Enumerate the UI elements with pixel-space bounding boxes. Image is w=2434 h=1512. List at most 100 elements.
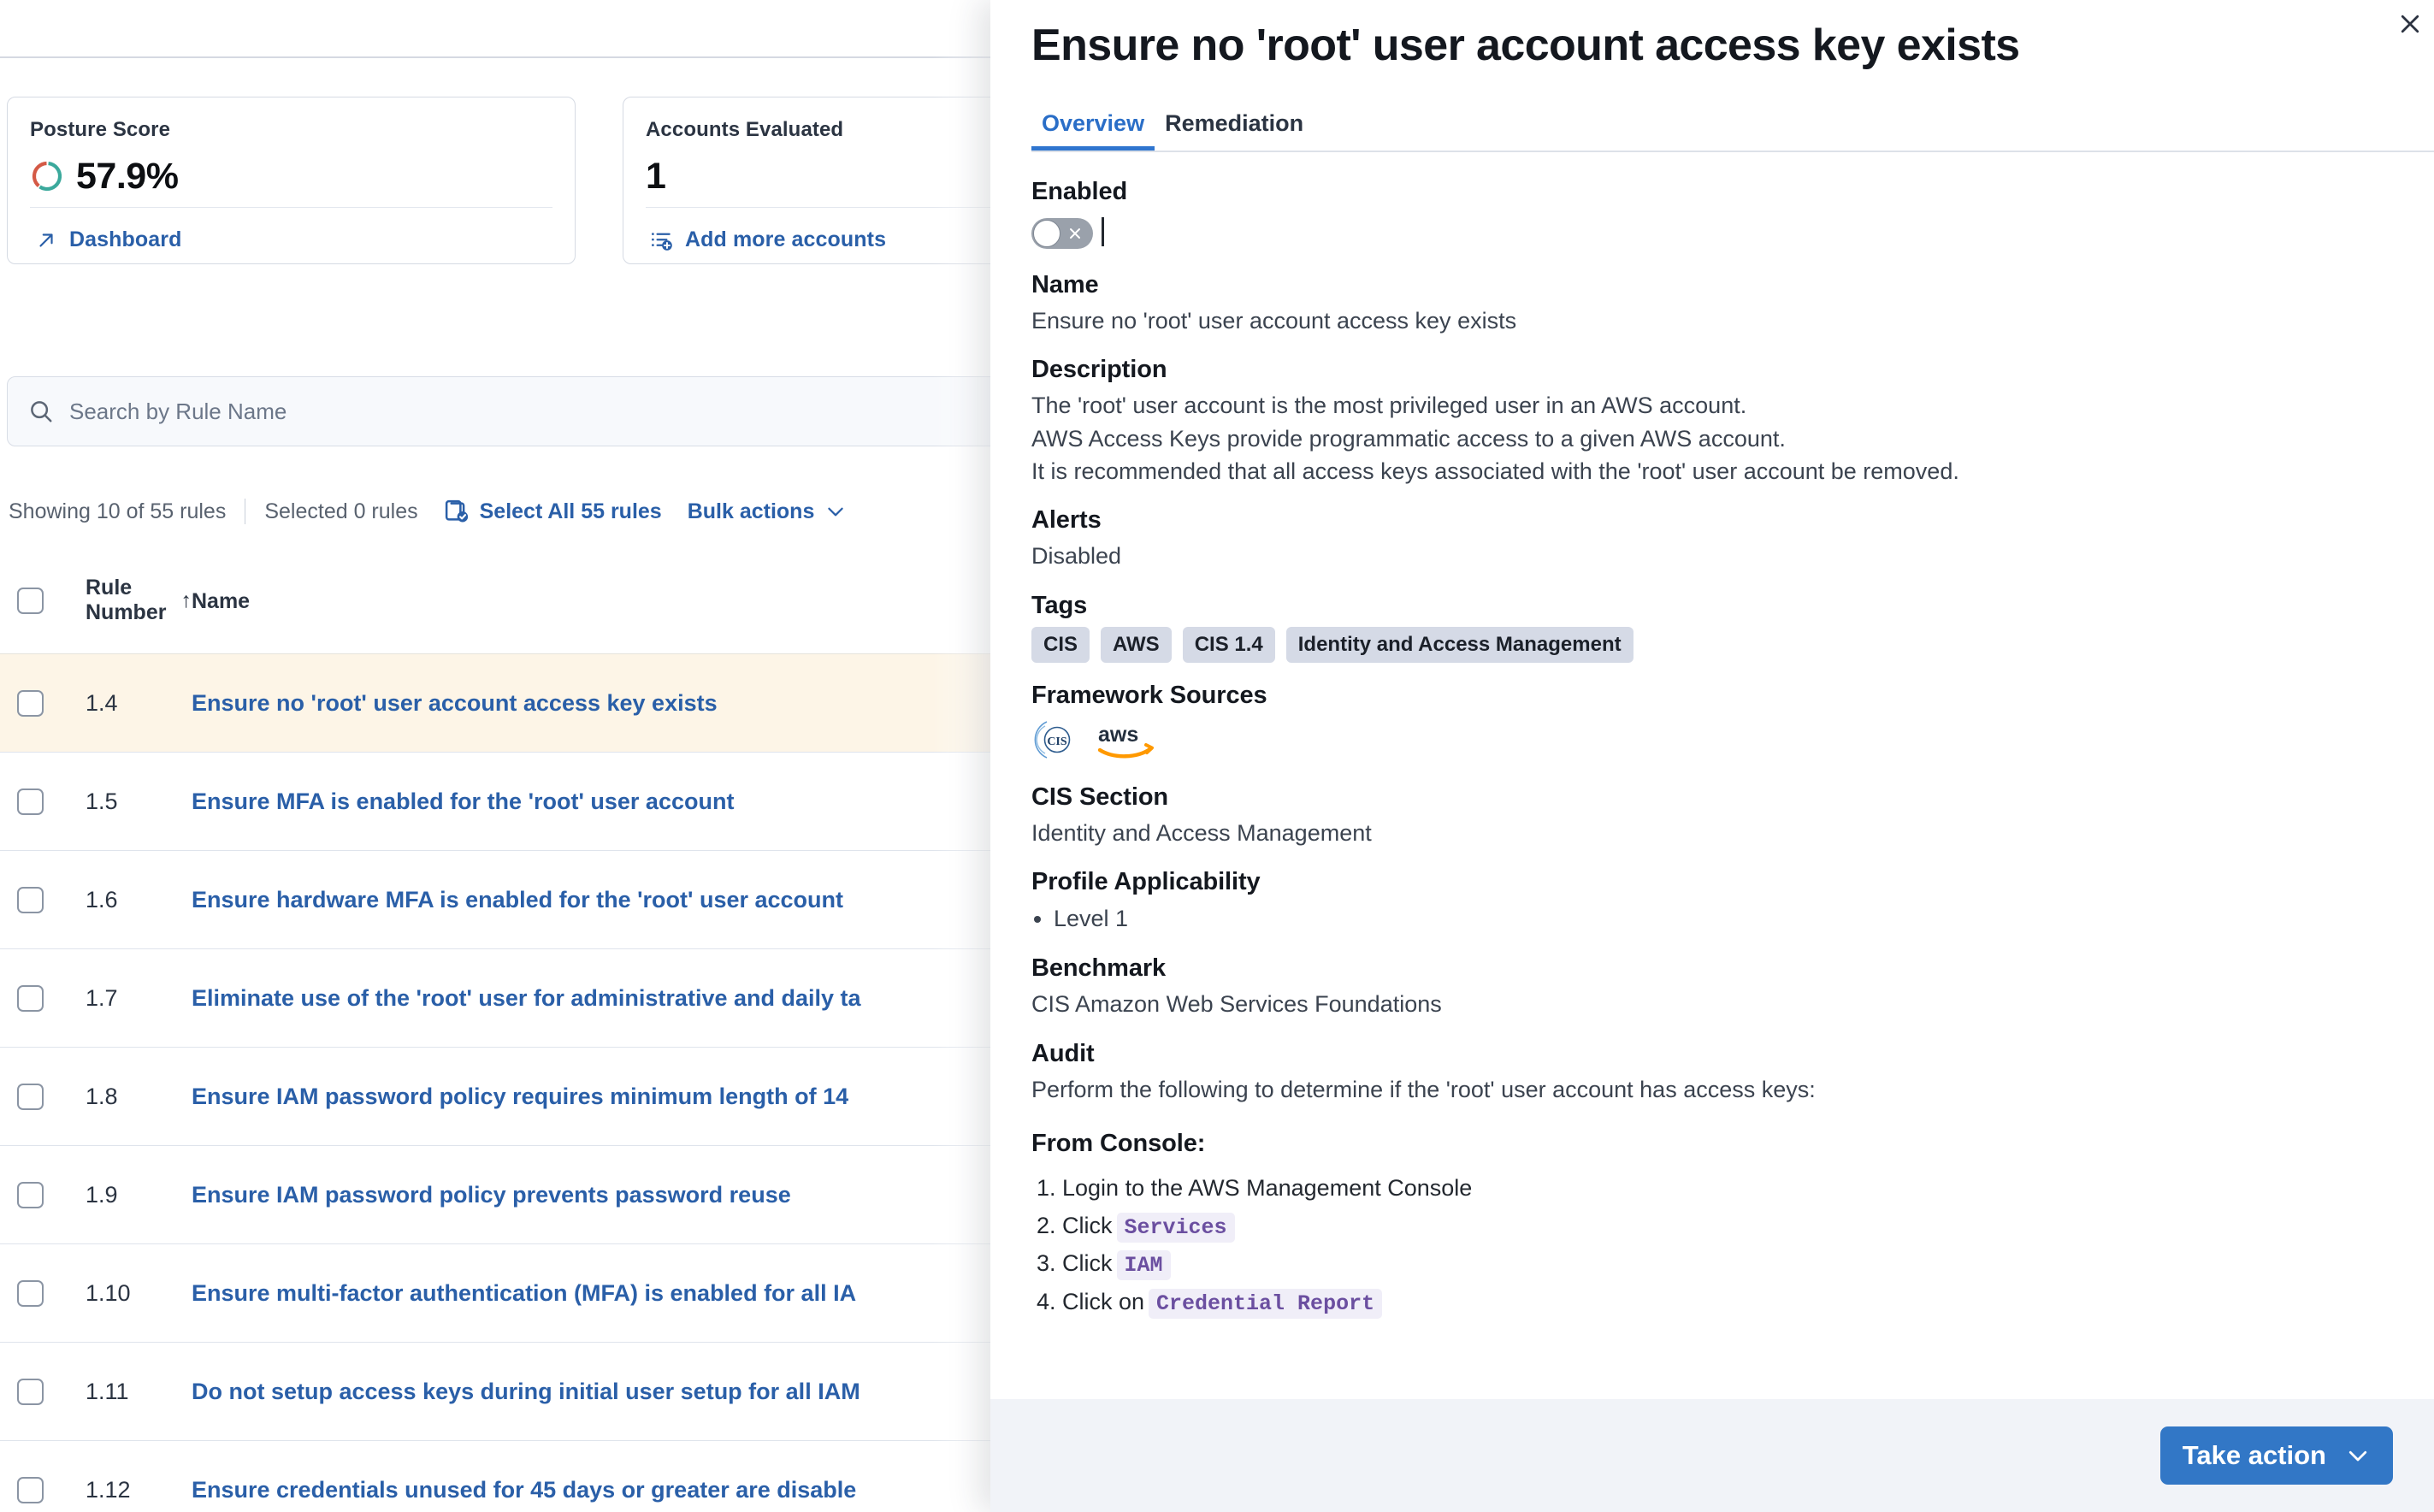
row-rule-name[interactable]: Ensure IAM password policy prevents pass… bbox=[192, 1182, 1035, 1208]
step-text: Click on bbox=[1062, 1288, 1145, 1314]
table-row[interactable]: 1.9 Ensure IAM password policy prevents … bbox=[0, 1145, 1035, 1244]
row-checkbox[interactable] bbox=[17, 1280, 44, 1307]
row-rule-name[interactable]: Eliminate use of the 'root' user for adm… bbox=[192, 985, 1035, 1012]
dashboard-link[interactable]: Dashboard bbox=[35, 227, 181, 252]
row-checkbox[interactable] bbox=[17, 690, 44, 717]
take-action-button[interactable]: Take action bbox=[2159, 1426, 2393, 1485]
svg-text:CIS: CIS bbox=[1047, 735, 1067, 748]
table-row[interactable]: 1.6 Ensure hardware MFA is enabled for t… bbox=[0, 850, 1035, 949]
card-divider bbox=[30, 207, 552, 208]
row-rule-number: 1.7 bbox=[86, 985, 118, 1011]
posture-score-title: Posture Score bbox=[30, 118, 171, 141]
framework-sources-list: CIS aws bbox=[1031, 715, 2393, 765]
arrow-up-right-icon bbox=[39, 233, 53, 247]
accounts-evaluated-card: Accounts Evaluated 1 Add more accounts bbox=[623, 97, 1035, 264]
cis-section-value: Identity and Access Management bbox=[1031, 819, 1372, 846]
row-rule-number: 1.4 bbox=[86, 690, 118, 716]
audit-subheading: From Console: bbox=[1031, 1130, 1206, 1158]
row-rule-name[interactable]: Ensure credentials unused for 45 days or… bbox=[192, 1477, 1035, 1503]
description-heading: Description bbox=[1031, 356, 1167, 384]
column-header-name[interactable]: Name bbox=[192, 588, 1035, 614]
tags-heading: Tags bbox=[1031, 591, 1088, 619]
summary-cards: Posture Score 57.9% Dashboard Accounts E… bbox=[0, 97, 1035, 264]
aws-logo-icon: aws bbox=[1097, 723, 1154, 759]
table-row[interactable]: 1.5 Ensure MFA is enabled for the 'root'… bbox=[0, 752, 1035, 851]
table-row[interactable]: 1.10 Ensure multi-factor authentication … bbox=[0, 1243, 1035, 1343]
row-rule-number: 1.12 bbox=[86, 1477, 131, 1503]
column-label-rule-number: Rule Number bbox=[86, 576, 167, 624]
step-code: Credential Report bbox=[1149, 1288, 1383, 1319]
posture-score-donut-icon bbox=[32, 161, 62, 192]
column-label-name: Name bbox=[192, 588, 251, 613]
table-row[interactable]: 1.4 Ensure no 'root' user account access… bbox=[0, 653, 1035, 753]
row-checkbox[interactable] bbox=[17, 1084, 44, 1110]
table-row[interactable]: 1.7 Eliminate use of the 'root' user for… bbox=[0, 948, 1035, 1048]
name-heading: Name bbox=[1031, 271, 1099, 298]
row-rule-name[interactable]: Do not setup access keys during initial … bbox=[192, 1379, 1035, 1405]
row-checkbox[interactable] bbox=[17, 1182, 44, 1208]
audit-heading: Audit bbox=[1031, 1039, 1095, 1067]
row-rule-name[interactable]: Ensure no 'root' user account access key… bbox=[192, 690, 1035, 717]
take-action-label: Take action bbox=[2182, 1440, 2326, 1470]
enabled-toggle[interactable] bbox=[1031, 218, 1093, 249]
tag-chip: Identity and Access Management bbox=[1285, 626, 1633, 663]
column-header-rule-number[interactable]: Rule Number ↑ bbox=[55, 576, 192, 625]
tab-overview[interactable]: Overview bbox=[1031, 110, 1155, 151]
benchmark-heading: Benchmark bbox=[1031, 954, 1167, 983]
toggle-knob bbox=[1033, 220, 1060, 247]
rules-page: Posture Score 57.9% Dashboard Accounts E… bbox=[0, 0, 1035, 1512]
step-code: Services bbox=[1116, 1212, 1235, 1243]
tag-chip: CIS bbox=[1031, 626, 1090, 663]
step-text: Click bbox=[1062, 1250, 1113, 1277]
name-value: Ensure no 'root' user account access key… bbox=[1031, 308, 1517, 334]
list-item: ClickIAM bbox=[1062, 1245, 2393, 1284]
close-drawer-button[interactable] bbox=[2391, 5, 2429, 43]
tab-remediation[interactable]: Remediation bbox=[1155, 110, 1314, 151]
description-line: AWS Access Keys provide programmatic acc… bbox=[1031, 425, 1786, 452]
select-all-checkbox[interactable] bbox=[17, 587, 44, 614]
step-text: Click bbox=[1062, 1212, 1113, 1238]
list-item: Click onCredential Report bbox=[1062, 1284, 2393, 1322]
search-input[interactable]: Search by Rule Name bbox=[7, 376, 1035, 446]
table-header: Rule Number ↑ Name bbox=[0, 576, 1035, 625]
text-caret bbox=[1102, 217, 1104, 246]
row-checkbox[interactable] bbox=[17, 887, 44, 913]
list-item: Level 1 bbox=[1054, 901, 2393, 936]
benchmark-value: CIS Amazon Web Services Foundations bbox=[1031, 991, 1442, 1018]
row-checkbox[interactable] bbox=[17, 788, 44, 815]
list-item: Login to the AWS Management Console bbox=[1062, 1170, 2393, 1208]
table-row[interactable]: 1.8 Ensure IAM password policy requires … bbox=[0, 1047, 1035, 1146]
row-rule-name[interactable]: Ensure IAM password policy requires mini… bbox=[192, 1084, 1035, 1110]
app-screen: Posture Score 57.9% Dashboard Accounts E… bbox=[0, 0, 2434, 1512]
dashboard-link-label: Dashboard bbox=[69, 227, 182, 251]
row-checkbox[interactable] bbox=[17, 985, 44, 1012]
sort-ascending-icon: ↑ bbox=[180, 588, 192, 612]
bulk-actions-button[interactable]: Bulk actions bbox=[688, 499, 815, 524]
close-icon bbox=[2401, 15, 2419, 33]
posture-score-value: 57.9% bbox=[76, 155, 179, 197]
drawer-content: Enabled Name Ensure no 'root' user accou… bbox=[990, 162, 2434, 1512]
table-row[interactable]: 1.12 Ensure credentials unused for 45 da… bbox=[0, 1440, 1035, 1512]
select-all-link[interactable]: Select All 55 rules bbox=[480, 499, 662, 524]
drawer-footer: Take action bbox=[990, 1399, 2434, 1512]
select-all-icon[interactable] bbox=[444, 499, 470, 524]
row-rule-name[interactable]: Ensure MFA is enabled for the 'root' use… bbox=[192, 788, 1035, 815]
step-text: Login to the AWS Management Console bbox=[1062, 1175, 1473, 1202]
chevron-down-icon[interactable] bbox=[824, 500, 847, 523]
profile-applicability-list: Level 1 bbox=[1031, 901, 2393, 936]
profile-applicability-heading: Profile Applicability bbox=[1031, 867, 1261, 895]
row-checkbox[interactable] bbox=[17, 1379, 44, 1405]
header-divider bbox=[0, 56, 1035, 58]
posture-score-card: Posture Score 57.9% Dashboard bbox=[7, 97, 576, 264]
list-item: ClickServices bbox=[1062, 1208, 2393, 1246]
row-checkbox[interactable] bbox=[17, 1477, 44, 1503]
row-rule-name[interactable]: Ensure multi-factor authentication (MFA)… bbox=[192, 1280, 1035, 1307]
table-row[interactable]: 1.11 Do not setup access keys during ini… bbox=[0, 1342, 1035, 1441]
row-rule-name[interactable]: Ensure hardware MFA is enabled for the '… bbox=[192, 887, 1035, 913]
row-rule-number: 1.9 bbox=[86, 1182, 118, 1208]
audit-steps: Login to the AWS Management Console Clic… bbox=[1031, 1170, 2393, 1321]
row-rule-number: 1.11 bbox=[86, 1379, 129, 1404]
add-more-accounts-link[interactable]: Add more accounts bbox=[651, 227, 886, 252]
tag-chip: AWS bbox=[1101, 626, 1172, 663]
description-line: The 'root' user account is the most priv… bbox=[1031, 393, 1747, 419]
